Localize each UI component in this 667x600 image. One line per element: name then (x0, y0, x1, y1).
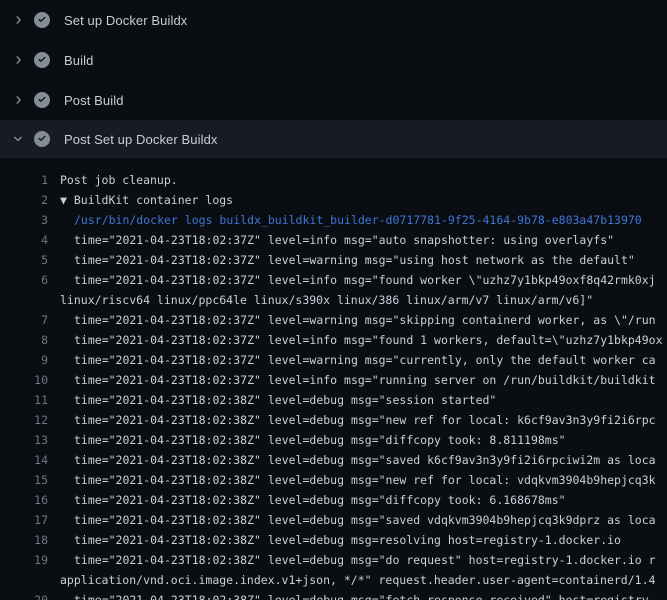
log-line-text: time="2021-04-23T18:02:37Z" level=warnin… (60, 250, 635, 270)
chevron-down-icon (10, 131, 26, 147)
log-line-number[interactable]: 13 (0, 430, 48, 450)
log-line-number[interactable]: 3 (0, 210, 48, 230)
log-line-number[interactable]: 5 (0, 250, 48, 270)
log-line: 13 time="2021-04-23T18:02:38Z" level=deb… (0, 430, 667, 450)
log-line-text: time="2021-04-23T18:02:38Z" level=debug … (60, 510, 656, 530)
log-line: 9 time="2021-04-23T18:02:37Z" level=warn… (0, 350, 667, 370)
log-line: 3 /usr/bin/docker logs buildx_buildkit_b… (0, 210, 667, 230)
log-line: 4 time="2021-04-23T18:02:37Z" level=info… (0, 230, 667, 250)
log-line-number[interactable]: 16 (0, 490, 48, 510)
log-line-text: time="2021-04-23T18:02:37Z" level=info m… (60, 230, 614, 250)
log-line: 2 ▼ BuildKit container logs (0, 190, 667, 210)
log-line-number[interactable]: 19 (0, 550, 48, 570)
log-line: 1 Post job cleanup. (0, 170, 667, 190)
log-line-text: time="2021-04-23T18:02:38Z" level=debug … (60, 410, 656, 430)
log-line-text: time="2021-04-23T18:02:37Z" level=warnin… (60, 310, 656, 330)
log-line-number[interactable]: 2 (0, 190, 48, 210)
log-line-number[interactable]: 6 (0, 270, 48, 290)
log-line-number[interactable]: 10 (0, 370, 48, 390)
log-line-number[interactable]: 11 (0, 390, 48, 410)
log-line-number[interactable]: 17 (0, 510, 48, 530)
log-line-number[interactable]: 8 (0, 330, 48, 350)
log-line-number[interactable]: 18 (0, 530, 48, 550)
log-line: linux/riscv64 linux/ppc64le linux/s390x … (0, 290, 667, 310)
step-row-post-build[interactable]: Post Build (0, 80, 667, 120)
log-line-number[interactable]: 15 (0, 470, 48, 490)
check-circle-icon (34, 12, 50, 28)
chevron-right-icon (10, 12, 26, 28)
actions-log-viewer: Set up Docker Buildx Build Post Build (0, 0, 667, 600)
log-line-text: time="2021-04-23T18:02:38Z" level=debug … (60, 590, 656, 600)
chevron-down-icon (12, 133, 24, 145)
check-circle-icon (34, 52, 50, 68)
log-line-number[interactable]: 20 (0, 590, 48, 600)
log-line: 14 time="2021-04-23T18:02:38Z" level=deb… (0, 450, 667, 470)
log-line: 6 time="2021-04-23T18:02:37Z" level=info… (0, 270, 667, 290)
log-line: 8 time="2021-04-23T18:02:37Z" level=info… (0, 330, 667, 350)
log-line: 20 time="2021-04-23T18:02:38Z" level=deb… (0, 590, 667, 600)
log-line: application/vnd.oci.image.index.v1+json,… (0, 570, 667, 590)
log-line-text: linux/riscv64 linux/ppc64le linux/s390x … (60, 290, 593, 310)
log-line-number[interactable]: 7 (0, 310, 48, 330)
log-group-toggle[interactable]: ▼ BuildKit container logs (60, 190, 233, 210)
step-label: Post Set up Docker Buildx (64, 132, 218, 147)
step-row-post-set-up-docker-buildx[interactable]: Post Set up Docker Buildx (0, 120, 667, 158)
log-line-number[interactable]: 4 (0, 230, 48, 250)
log-line-text: Post job cleanup. (60, 170, 178, 190)
log-line-text: time="2021-04-23T18:02:37Z" level=warnin… (60, 350, 656, 370)
log-line-number[interactable]: 1 (0, 170, 48, 190)
log-line: 12 time="2021-04-23T18:02:38Z" level=deb… (0, 410, 667, 430)
log-line-text: time="2021-04-23T18:02:38Z" level=debug … (60, 450, 656, 470)
log-line-text: time="2021-04-23T18:02:38Z" level=debug … (60, 470, 656, 490)
log-line-number[interactable]: 14 (0, 450, 48, 470)
step-label: Post Build (64, 93, 124, 108)
log-line-text: time="2021-04-23T18:02:37Z" level=info m… (60, 330, 663, 350)
log-line: 18 time="2021-04-23T18:02:38Z" level=deb… (0, 530, 667, 550)
log-output: 1 Post job cleanup. 2 ▼ BuildKit contain… (0, 158, 667, 600)
log-line: 10 time="2021-04-23T18:02:37Z" level=inf… (0, 370, 667, 390)
step-label: Set up Docker Buildx (64, 13, 187, 28)
log-line: 17 time="2021-04-23T18:02:38Z" level=deb… (0, 510, 667, 530)
log-line-text: time="2021-04-23T18:02:38Z" level=debug … (60, 490, 566, 510)
log-line: 5 time="2021-04-23T18:02:37Z" level=warn… (0, 250, 667, 270)
log-line: 11 time="2021-04-23T18:02:38Z" level=deb… (0, 390, 667, 410)
chevron-right-icon (12, 14, 24, 26)
log-line-text: time="2021-04-23T18:02:37Z" level=info m… (60, 370, 656, 390)
check-circle-icon (34, 92, 50, 108)
log-line-number[interactable]: 9 (0, 350, 48, 370)
log-line-text: application/vnd.oci.image.index.v1+json,… (60, 570, 655, 590)
log-line-text: time="2021-04-23T18:02:38Z" level=debug … (60, 530, 621, 550)
log-line-number[interactable]: 12 (0, 410, 48, 430)
log-line: 16 time="2021-04-23T18:02:38Z" level=deb… (0, 490, 667, 510)
log-line: 7 time="2021-04-23T18:02:37Z" level=warn… (0, 310, 667, 330)
log-line-text: time="2021-04-23T18:02:37Z" level=info m… (60, 270, 656, 290)
step-row-set-up-docker-buildx[interactable]: Set up Docker Buildx (0, 0, 667, 40)
log-line-text: /usr/bin/docker logs buildx_buildkit_bui… (60, 210, 642, 230)
chevron-right-icon (10, 52, 26, 68)
log-line-text: time="2021-04-23T18:02:38Z" level=debug … (60, 430, 566, 450)
step-list: Set up Docker Buildx Build Post Build (0, 0, 667, 158)
log-line-number (0, 290, 48, 310)
check-circle-icon (34, 131, 50, 147)
step-label: Build (64, 53, 93, 68)
log-line-text: time="2021-04-23T18:02:38Z" level=debug … (60, 550, 656, 570)
log-line-number (0, 570, 48, 590)
chevron-right-icon (12, 94, 24, 106)
log-line-text: time="2021-04-23T18:02:38Z" level=debug … (60, 390, 496, 410)
chevron-right-icon (10, 92, 26, 108)
log-line: 15 time="2021-04-23T18:02:38Z" level=deb… (0, 470, 667, 490)
step-row-build[interactable]: Build (0, 40, 667, 80)
log-line: 19 time="2021-04-23T18:02:38Z" level=deb… (0, 550, 667, 570)
chevron-right-icon (12, 54, 24, 66)
